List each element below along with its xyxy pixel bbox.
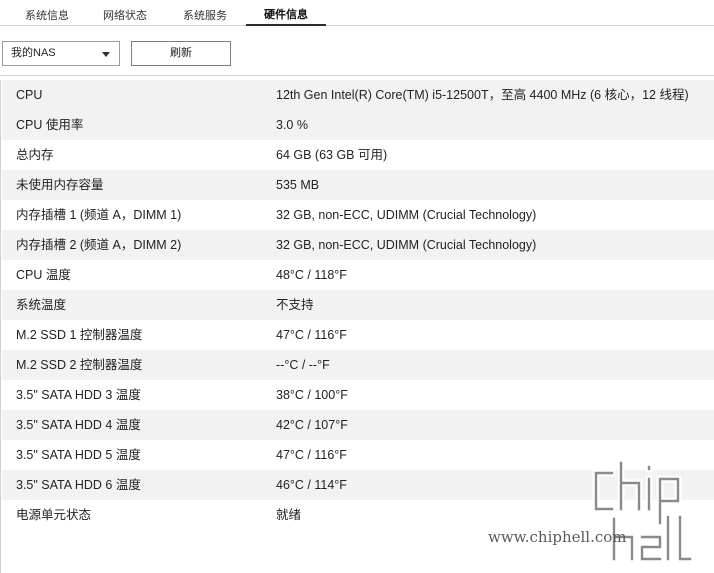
device-select[interactable]: 我的NAS bbox=[2, 41, 120, 66]
row-key: M.2 SSD 1 控制器温度 bbox=[16, 328, 143, 342]
row-value: 42°C / 107°F bbox=[276, 418, 348, 432]
row-value: 535 MB bbox=[276, 178, 320, 192]
row-key: 未使用内存容量 bbox=[16, 178, 104, 192]
row-value: --°C / --°F bbox=[276, 358, 330, 372]
row-value: 不支持 bbox=[276, 298, 314, 312]
chiphell-logo bbox=[592, 459, 694, 563]
table-row: 内存插槽 1 (频道 A，DIMM 1) 32 GB, non-ECC, UDI… bbox=[2, 200, 714, 230]
row-value: 3.0 % bbox=[276, 118, 308, 132]
row-key: M.2 SSD 2 控制器温度 bbox=[16, 358, 143, 372]
table-row: 3.5" SATA HDD 4 温度 42°C / 107°F bbox=[2, 410, 714, 440]
row-value: 就绪 bbox=[276, 508, 302, 522]
table-row: M.2 SSD 2 控制器温度 --°C / --°F bbox=[2, 350, 714, 380]
row-key: 内存插槽 2 (频道 A，DIMM 2) bbox=[16, 238, 182, 252]
tab-bar: 系统信息 网络状态 系统服务 硬件信息 bbox=[0, 0, 714, 26]
row-value: 46°C / 114°F bbox=[276, 478, 347, 492]
row-key: 3.5" SATA HDD 3 温度 bbox=[16, 388, 141, 402]
row-value: 12th Gen Intel(R) Core(TM) i5-12500T，至高 … bbox=[276, 88, 689, 102]
row-value: 32 GB, non-ECC, UDIMM (Crucial Technolog… bbox=[276, 238, 537, 252]
row-value: 38°C / 100°F bbox=[276, 388, 348, 402]
table-row: 系统温度 不支持 bbox=[2, 290, 714, 320]
table-row: 未使用内存容量 535 MB bbox=[2, 170, 714, 200]
row-key: 系统温度 bbox=[16, 298, 67, 312]
table-row: CPU 12th Gen Intel(R) Core(TM) i5-12500T… bbox=[2, 80, 714, 110]
tab-hardware-info[interactable]: 硬件信息 bbox=[246, 0, 326, 26]
row-key: CPU 温度 bbox=[16, 268, 71, 282]
row-value: 47°C / 116°F bbox=[276, 328, 347, 342]
row-key: 内存插槽 1 (频道 A，DIMM 1) bbox=[16, 208, 182, 222]
row-key: 3.5" SATA HDD 4 温度 bbox=[16, 418, 141, 432]
row-value: 47°C / 116°F bbox=[276, 448, 347, 462]
row-key: 总内存 bbox=[16, 148, 54, 162]
row-value: 64 GB (63 GB 可用) bbox=[276, 148, 388, 162]
tab-network-status[interactable]: 网络状态 bbox=[84, 0, 166, 26]
table-row: 3.5" SATA HDD 3 温度 38°C / 100°F bbox=[2, 380, 714, 410]
row-key: 电源单元状态 bbox=[16, 508, 92, 522]
refresh-button[interactable]: 刷新 bbox=[131, 41, 231, 66]
tab-system-services[interactable]: 系统服务 bbox=[164, 0, 246, 26]
toolbar: 我的NAS 刷新 bbox=[0, 26, 714, 76]
watermark-text: www.chiphell.com bbox=[488, 528, 627, 546]
row-value: 48°C / 118°F bbox=[276, 268, 347, 282]
row-value: 32 GB, non-ECC, UDIMM (Crucial Technolog… bbox=[276, 208, 537, 222]
row-key: 3.5" SATA HDD 5 温度 bbox=[16, 448, 141, 462]
row-key: CPU 使用率 bbox=[16, 118, 84, 132]
table-row: CPU 温度 48°C / 118°F bbox=[2, 260, 714, 290]
tab-system-info[interactable]: 系统信息 bbox=[4, 0, 90, 26]
table-row: 内存插槽 2 (频道 A，DIMM 2) 32 GB, non-ECC, UDI… bbox=[2, 230, 714, 260]
table-row: 总内存 64 GB (63 GB 可用) bbox=[2, 140, 714, 170]
row-key: 3.5" SATA HDD 6 温度 bbox=[16, 478, 141, 492]
caret-down-icon bbox=[102, 52, 110, 57]
device-select-value: 我的NAS bbox=[11, 47, 56, 59]
row-key: CPU bbox=[16, 88, 43, 102]
table-row: CPU 使用率 3.0 % bbox=[2, 110, 714, 140]
table-row: M.2 SSD 1 控制器温度 47°C / 116°F bbox=[2, 320, 714, 350]
